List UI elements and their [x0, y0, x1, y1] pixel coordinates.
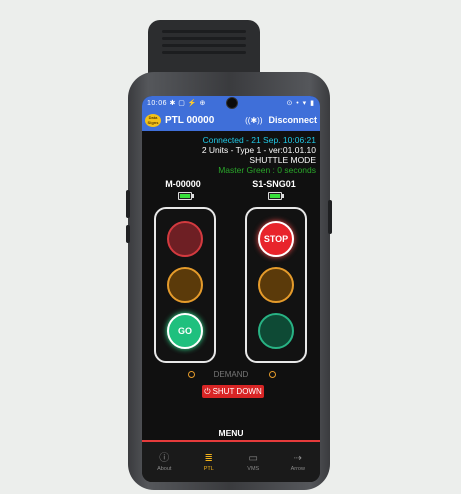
amber-lamp[interactable]	[258, 267, 294, 303]
go-lamp[interactable]: GO	[167, 313, 203, 349]
master-green-timer: Master Green : 0 seconds	[218, 165, 316, 175]
shutdown-button[interactable]: ⏻ SHUT DOWN	[202, 385, 264, 398]
info-icon: ⓘ	[159, 452, 170, 464]
shutdown-label: SHUT DOWN	[212, 387, 262, 396]
front-camera	[226, 97, 238, 109]
red-lamp[interactable]	[167, 221, 203, 257]
battery-fill	[180, 194, 190, 198]
nav-vms[interactable]: ▭ VMS	[235, 453, 271, 472]
status-icons: ✱ ▢ ⚡ ⊕	[169, 99, 206, 107]
battery-icon	[268, 192, 284, 200]
green-lamp[interactable]	[258, 313, 294, 349]
traffic-light-slave[interactable]: STOP	[245, 207, 307, 363]
data-signs-logo: Data Signs	[145, 113, 161, 127]
bluetooth-icon[interactable]: ((✱))	[245, 116, 262, 125]
vent-slot	[162, 30, 246, 33]
nav-label: PTL	[203, 465, 214, 472]
demand-row: DEMAND	[142, 369, 320, 381]
nav-ptl[interactable]: ≣ PTL	[191, 453, 227, 472]
demand-indicator-slave[interactable]	[269, 371, 276, 378]
demand-label: DEMAND	[213, 370, 249, 379]
side-button	[126, 190, 130, 218]
unit-name-master: M-00000	[165, 179, 201, 189]
menu-header[interactable]: MENU	[142, 428, 320, 442]
sign-board-icon: ▭	[248, 452, 258, 464]
units-info: 2 Units - Type 1 - ver:01.01.10	[201, 145, 316, 155]
battery-icon	[178, 192, 194, 200]
nav-label: VMS	[247, 465, 260, 472]
stop-lamp[interactable]: STOP	[258, 221, 294, 257]
amber-lamp[interactable]	[167, 267, 203, 303]
arrow-board-icon: ⇢	[293, 452, 302, 464]
nav-label: Arrow	[290, 465, 305, 472]
disconnect-button[interactable]: Disconnect	[268, 115, 317, 125]
vent-slot	[162, 44, 246, 47]
connection-status: Connected - 21 Sep. 10:06:21	[202, 135, 316, 145]
demand-indicator-master[interactable]	[188, 371, 195, 378]
status-left: 10:06 ✱ ▢ ⚡ ⊕	[147, 99, 286, 107]
status-right-icons: ⊙ • ▾ ▮	[286, 99, 315, 107]
battery-fill	[270, 194, 280, 198]
nav-label: About	[157, 465, 172, 472]
phone-device: 10:06 ✱ ▢ ⚡ ⊕ ⊙ • ▾ ▮ Data Signs PTL 000…	[126, 20, 332, 490]
connection-info: Connected - 21 Sep. 10:06:21 2 Units - T…	[142, 131, 320, 177]
traffic-light-icon: ≣	[204, 452, 213, 464]
status-time: 10:06	[147, 99, 168, 107]
phone-screen: 10:06 ✱ ▢ ⚡ ⊕ ⊙ • ▾ ▮ Data Signs PTL 000…	[142, 96, 320, 482]
app-title: PTL 00000	[165, 114, 215, 126]
side-button	[126, 225, 130, 243]
mode-label: SHUTTLE MODE	[249, 155, 316, 165]
power-icon: ⏻	[204, 386, 211, 396]
vent-slot	[162, 51, 246, 54]
vent-slot	[162, 37, 246, 40]
bottom-nav: ⓘ About ≣ PTL ▭ VMS ⇢ Arrow	[142, 442, 320, 482]
app-bar: Data Signs PTL 00000 ((✱)) Disconnect	[142, 109, 320, 131]
nav-about[interactable]: ⓘ About	[146, 453, 182, 472]
nav-arrow[interactable]: ⇢ Arrow	[280, 453, 316, 472]
units-panel: M-00000 GO S1-SNG01 STOP DEMAND ⏻ SHUT D…	[142, 177, 320, 398]
unit-name-slave: S1-SNG01	[252, 179, 296, 189]
side-button	[328, 200, 332, 234]
traffic-light-master[interactable]: GO	[154, 207, 216, 363]
